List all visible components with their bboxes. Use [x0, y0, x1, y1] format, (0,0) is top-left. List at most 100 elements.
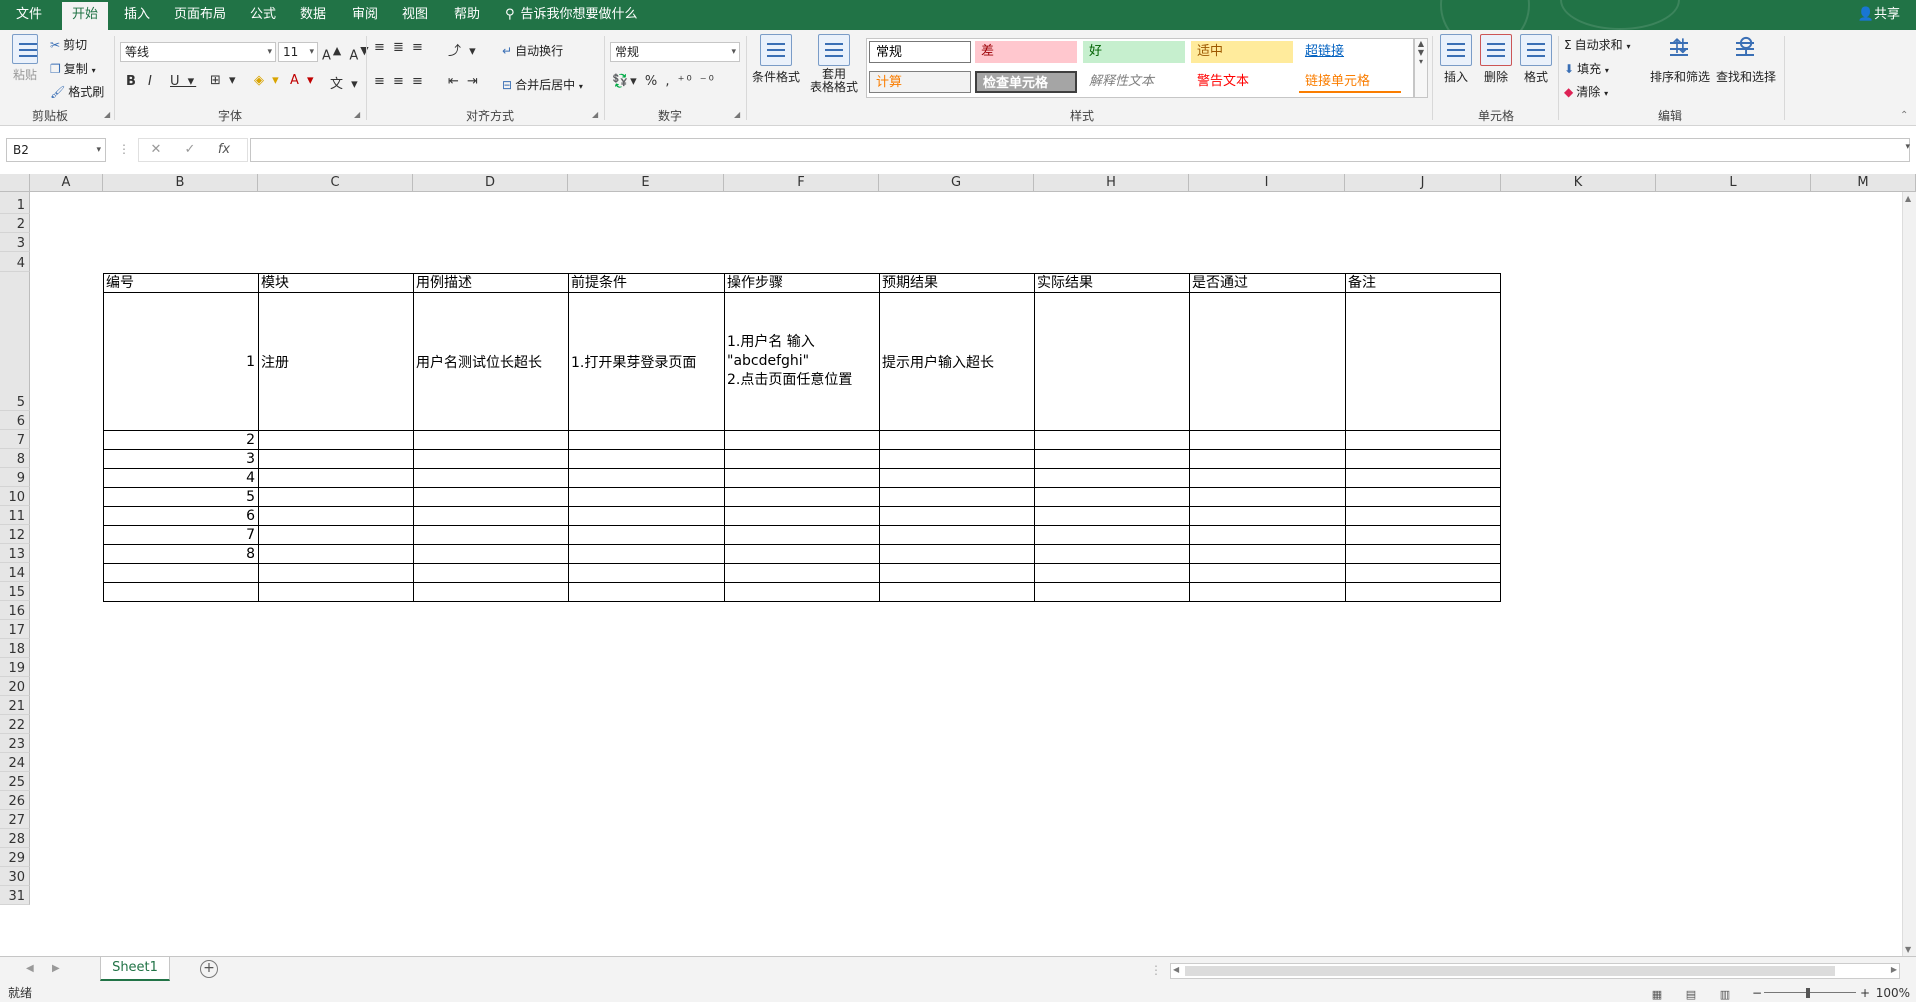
- check-icon[interactable]: ✓: [173, 139, 207, 161]
- scroll-down-icon[interactable]: ▼: [1905, 945, 1911, 954]
- table-cell[interactable]: [1345, 487, 1501, 507]
- horizontal-scrollbar[interactable]: ◀ ▶: [1170, 963, 1900, 979]
- table-cell[interactable]: [258, 449, 414, 469]
- cell-module[interactable]: 注册: [258, 292, 414, 431]
- table-cell[interactable]: [568, 525, 725, 545]
- italic-button[interactable]: I: [148, 74, 154, 89]
- column-header-c[interactable]: C: [258, 174, 413, 192]
- style-calculation[interactable]: 计算: [869, 71, 971, 93]
- cell-notes[interactable]: [1345, 292, 1501, 431]
- header-cell-actual[interactable]: 实际结果: [1034, 273, 1190, 293]
- row-header-30[interactable]: 30: [0, 867, 30, 886]
- table-cell[interactable]: [879, 582, 1035, 602]
- column-header-h[interactable]: H: [1034, 174, 1189, 192]
- cell-id[interactable]: 6: [103, 506, 259, 526]
- table-cell[interactable]: [413, 449, 569, 469]
- number-format-buttons[interactable]: 💱▾ % , ⁺⁰ ⁻⁰: [612, 74, 716, 89]
- row-header-5[interactable]: 5: [0, 272, 30, 411]
- conditional-format-button[interactable]: 条件格式: [750, 34, 802, 85]
- row-header-12[interactable]: 12: [0, 525, 30, 544]
- launcher-icon[interactable]: ◢: [354, 110, 360, 119]
- vertical-scrollbar[interactable]: ▲ ▼: [1902, 192, 1916, 956]
- font-color-button[interactable]: A ▾: [290, 73, 316, 88]
- table-cell[interactable]: [413, 468, 569, 488]
- cell-id[interactable]: 1: [103, 292, 259, 431]
- row-header-10[interactable]: 10: [0, 487, 30, 506]
- table-cell[interactable]: [879, 563, 1035, 583]
- autosum-button[interactable]: Σ 自动求和 ▾: [1564, 36, 1630, 53]
- tell-me-box[interactable]: ⚲ 告诉我你想要做什么: [505, 0, 638, 30]
- cell-id[interactable]: 4: [103, 468, 259, 488]
- table-cell[interactable]: [568, 563, 725, 583]
- prev-sheet-icon[interactable]: ◀: [26, 963, 34, 974]
- table-cell[interactable]: [1189, 506, 1346, 526]
- table-cell[interactable]: [568, 506, 725, 526]
- column-header-e[interactable]: E: [568, 174, 724, 192]
- scroll-up-icon[interactable]: ▲: [1905, 194, 1911, 203]
- table-cell[interactable]: [1345, 468, 1501, 488]
- cell-passed[interactable]: [1189, 292, 1346, 431]
- table-cell[interactable]: [1034, 430, 1190, 450]
- row-header-17[interactable]: 17: [0, 620, 30, 639]
- table-cell[interactable]: [1345, 506, 1501, 526]
- row-header-24[interactable]: 24: [0, 753, 30, 772]
- normal-view-icon[interactable]: ▦: [1640, 986, 1674, 1002]
- style-check-cell[interactable]: 检查单元格: [975, 71, 1077, 93]
- table-cell[interactable]: [879, 449, 1035, 469]
- style-normal[interactable]: 常规: [869, 41, 971, 63]
- column-header-a[interactable]: A: [30, 174, 103, 192]
- phonetic-button[interactable]: 文 ▾: [330, 73, 360, 92]
- zoom-thumb[interactable]: [1806, 988, 1810, 998]
- table-cell[interactable]: [724, 506, 880, 526]
- table-cell[interactable]: [879, 468, 1035, 488]
- chevron-down-icon[interactable]: ▾: [1905, 142, 1910, 152]
- table-cell[interactable]: [568, 430, 725, 450]
- table-cell[interactable]: [724, 430, 880, 450]
- row-header-22[interactable]: 22: [0, 715, 30, 734]
- page-break-view-icon[interactable]: ▥: [1708, 986, 1742, 1002]
- table-cell[interactable]: [724, 525, 880, 545]
- table-cell[interactable]: [258, 582, 414, 602]
- cell-id[interactable]: 5: [103, 487, 259, 507]
- table-cell[interactable]: [258, 525, 414, 545]
- style-bad[interactable]: 差: [975, 41, 1077, 63]
- header-cell-passed[interactable]: 是否通过: [1189, 273, 1346, 293]
- name-box[interactable]: B2 ▾: [6, 138, 106, 162]
- merge-center-button[interactable]: ⊟ 合并后居中 ▾: [502, 76, 583, 93]
- header-cell-steps[interactable]: 操作步骤: [724, 273, 880, 293]
- table-cell[interactable]: [724, 582, 880, 602]
- wrap-text-button[interactable]: ↵ 自动换行: [502, 42, 563, 59]
- row-header-13[interactable]: 13: [0, 544, 30, 563]
- header-cell-expected[interactable]: 预期结果: [879, 273, 1035, 293]
- table-cell[interactable]: [879, 544, 1035, 564]
- style-neutral[interactable]: 适中: [1191, 41, 1293, 63]
- scroll-left-icon[interactable]: ◀: [1173, 965, 1179, 974]
- table-cell[interactable]: [1345, 449, 1501, 469]
- find-select-button[interactable]: ⚲ 查找和选择: [1714, 34, 1778, 85]
- fill-button[interactable]: ⬇ 填充 ▾: [1564, 60, 1609, 77]
- table-cell[interactable]: [724, 449, 880, 469]
- row-header-27[interactable]: 27: [0, 810, 30, 829]
- clear-button[interactable]: ◆ 清除 ▾: [1564, 83, 1608, 100]
- cell-id[interactable]: 3: [103, 449, 259, 469]
- column-header-f[interactable]: F: [724, 174, 879, 192]
- table-cell[interactable]: [258, 506, 414, 526]
- header-cell-id[interactable]: 编号: [103, 273, 259, 293]
- next-sheet-icon[interactable]: ▶: [52, 963, 60, 974]
- zoom-out-icon[interactable]: −: [1752, 984, 1762, 1002]
- vertical-align-buttons[interactable]: ≡ ≣ ≡: [374, 40, 425, 55]
- row-header-25[interactable]: 25: [0, 772, 30, 791]
- row-header-6[interactable]: 6: [0, 411, 30, 430]
- table-cell[interactable]: [413, 582, 569, 602]
- header-cell-precondition[interactable]: 前提条件: [568, 273, 725, 293]
- cells-area[interactable]: 编号 模块 用例描述 前提条件 操作步骤 预期结果 实际结果 是否通过 备注 1…: [30, 192, 1916, 956]
- row-header-31[interactable]: 31: [0, 886, 30, 905]
- launcher-icon[interactable]: ◢: [592, 110, 598, 119]
- cell-desc[interactable]: 用户名测试位长超长: [413, 292, 569, 431]
- cell-id[interactable]: 8: [103, 544, 259, 564]
- style-hyperlink[interactable]: 超链接: [1299, 41, 1401, 63]
- indent-buttons[interactable]: ⇤ ⇥: [448, 74, 480, 89]
- tab-help[interactable]: 帮助: [450, 0, 484, 30]
- table-cell[interactable]: [724, 487, 880, 507]
- table-cell[interactable]: [258, 430, 414, 450]
